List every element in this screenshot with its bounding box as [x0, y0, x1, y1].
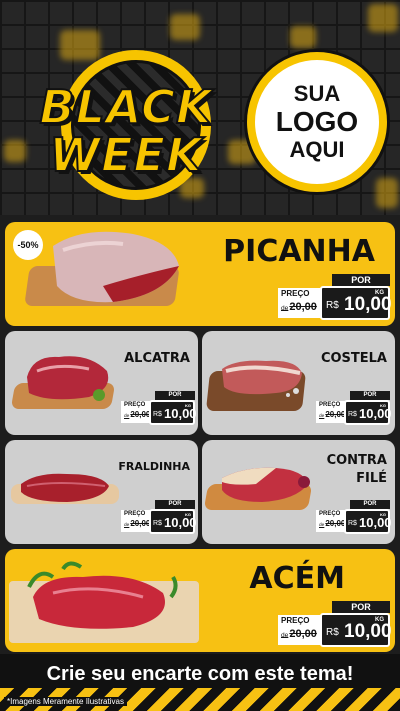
por-label: POR: [155, 500, 195, 509]
logo-text-line3: AQUI: [289, 137, 345, 162]
old-price: de20,00: [281, 301, 317, 313]
new-price-box: R$ 10,00 KG: [344, 400, 392, 425]
old-price-box: PREÇO de20,00: [278, 288, 324, 318]
unit-label: KG: [375, 290, 384, 296]
price-tag: POR PREÇO de20,00 R$ 10,00 KG: [278, 274, 392, 320]
por-label: POR: [332, 274, 390, 286]
new-price-box: R$ 10,00 KG: [320, 613, 392, 647]
disclaimer-text: *Imagens Meramente Ilustrativas: [4, 697, 127, 706]
product-name-contra-file: CONTRA FILÉ: [327, 452, 387, 488]
old-price: de20,00: [281, 628, 317, 640]
old-price-box: PREÇO de20,00: [121, 401, 151, 423]
price-tag: POR PREÇO de20,00 R$ 10,00 KG: [278, 601, 392, 647]
bokeh-light: [290, 26, 316, 48]
logo-text-line2: LOGO: [275, 106, 359, 137]
product-card-contra-file[interactable]: CONTRA FILÉ POR PREÇO de20,00 R$ 10,00 K…: [202, 440, 395, 544]
product-card-alcatra[interactable]: ALCATRA POR PREÇO de20,00 R$ 10,00 KG: [5, 331, 198, 435]
product-name-picanha: PICANHA: [223, 234, 375, 269]
currency-label: R$: [326, 300, 339, 311]
old-price-box: PREÇO de20,00: [121, 510, 151, 532]
bokeh-light: [368, 4, 398, 32]
price-tag: POR PREÇO de20,00 R$ 10,00 KG: [316, 391, 392, 425]
old-price-box: PREÇO de20,00: [278, 615, 324, 645]
preco-label: PREÇO: [319, 511, 341, 517]
old-price: de20,00: [124, 410, 151, 419]
por-label: POR: [350, 391, 390, 400]
unit-label: KG: [375, 617, 384, 623]
acem-image: [27, 561, 178, 629]
preco-label: PREÇO: [319, 402, 341, 408]
black-week-title-line1: BLACK: [39, 79, 213, 135]
new-price: 10,00: [359, 515, 392, 530]
new-price-box: R$ 10,00 KG: [149, 509, 197, 534]
product-name-acem: ACÉM: [249, 561, 345, 596]
por-label: POR: [350, 500, 390, 509]
costela-image: [222, 360, 302, 397]
por-label: POR: [155, 391, 195, 400]
unit-label: KG: [185, 403, 191, 408]
currency-label: R$: [326, 627, 339, 638]
preco-label: PREÇO: [281, 616, 310, 625]
footer-cta-text: Crie seu encarte com este tema!: [46, 663, 354, 685]
product-name-line1: CONTRA: [326, 453, 387, 468]
new-price: 10,00: [344, 621, 392, 642]
old-price-box: PREÇO de20,00: [316, 510, 346, 532]
product-name-alcatra: ALCATRA: [124, 351, 190, 366]
price-tag: POR PREÇO de20,00 R$ 10,00 KG: [121, 391, 197, 425]
preco-label: PREÇO: [281, 289, 310, 298]
old-price: de20,00: [319, 519, 346, 528]
black-week-title-line2: WEEK: [48, 127, 203, 183]
preco-label: PREÇO: [124, 511, 146, 517]
preco-label: PREÇO: [124, 402, 146, 408]
new-price: 10,00: [344, 294, 392, 315]
logo-text-line1: SUA: [293, 81, 341, 106]
currency-label: R$: [348, 411, 357, 418]
price-tag: POR PREÇO de20,00 R$ 10,00 KG: [316, 500, 392, 534]
product-name-costela: COSTELA: [320, 351, 387, 366]
new-price-box: R$ 10,00 KG: [344, 509, 392, 534]
contra-file-image: [222, 467, 310, 502]
unit-label: KG: [380, 403, 386, 408]
product-card-fraldinha[interactable]: FRALDINHA POR PREÇO de20,00 R$ 10,00 KG: [5, 440, 198, 544]
bokeh-light: [376, 178, 398, 208]
product-card-picanha[interactable]: -50% PICANHA POR PREÇO de20,00 R$ 10,00 …: [5, 222, 395, 326]
unit-label: KG: [380, 512, 386, 517]
product-card-costela[interactable]: COSTELA POR PREÇO de20,00 R$ 10,00 KG: [202, 331, 395, 435]
alcatra-image: [27, 356, 109, 401]
fraldinha-image: [21, 473, 109, 502]
new-price-box: R$ 10,00 KG: [149, 400, 197, 425]
currency-label: R$: [153, 411, 162, 418]
old-price: de20,00: [124, 519, 151, 528]
por-label: POR: [332, 601, 390, 613]
price-tag: POR PREÇO de20,00 R$ 10,00 KG: [121, 500, 197, 534]
black-week-badge: BLACK WEEK: [16, 50, 236, 200]
new-price: 10,00: [359, 406, 392, 421]
new-price-box: R$ 10,00 KG: [320, 286, 392, 320]
new-price: 10,00: [164, 515, 197, 530]
logo-placeholder[interactable]: SUA LOGO AQUI: [247, 52, 387, 192]
header-banner: BLACK WEEK SUA LOGO AQUI: [0, 0, 400, 215]
new-price: 10,00: [164, 406, 197, 421]
currency-label: R$: [348, 520, 357, 527]
unit-label: KG: [185, 512, 191, 517]
currency-label: R$: [153, 520, 162, 527]
old-price-box: PREÇO de20,00: [316, 401, 346, 423]
product-card-acem[interactable]: ACÉM POR PREÇO de20,00 R$ 10,00 KG: [5, 549, 395, 652]
discount-badge: -50%: [13, 230, 43, 260]
old-price: de20,00: [319, 410, 346, 419]
product-name-fraldinha: FRALDINHA: [118, 460, 190, 473]
picanha-image: [53, 231, 179, 303]
product-name-line2: FILÉ: [356, 471, 387, 486]
bokeh-light: [170, 14, 200, 40]
